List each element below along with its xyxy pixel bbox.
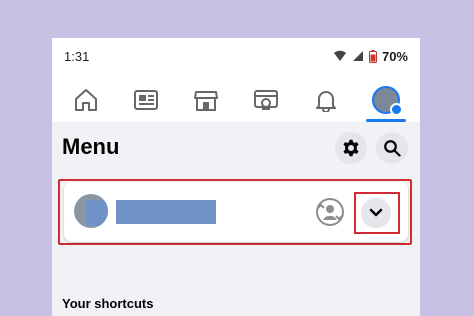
settings-button[interactable] bbox=[335, 132, 367, 164]
watch-icon bbox=[254, 90, 278, 110]
battery-percent: 70% bbox=[381, 48, 408, 64]
wifi-icon bbox=[333, 50, 346, 61]
tab-marketplace[interactable] bbox=[184, 80, 228, 120]
tab-notifications[interactable] bbox=[304, 80, 348, 120]
signal-icon bbox=[352, 51, 363, 61]
avatar bbox=[74, 194, 108, 228]
menu-badge-icon bbox=[390, 103, 403, 116]
profile-name-redaction bbox=[116, 200, 216, 224]
gear-icon bbox=[343, 139, 359, 157]
account-switch-icon[interactable] bbox=[314, 196, 346, 228]
profile-menu-icon bbox=[372, 86, 403, 116]
tab-news[interactable] bbox=[124, 80, 168, 120]
marketplace-icon bbox=[194, 91, 218, 111]
profile-card[interactable] bbox=[64, 182, 408, 242]
top-navigation bbox=[52, 80, 420, 122]
battery-icon bbox=[368, 49, 377, 63]
shortcuts-heading: Your shortcuts bbox=[62, 296, 154, 311]
status-bar: 1:31 70% bbox=[52, 38, 420, 74]
home-icon bbox=[75, 89, 97, 111]
search-button[interactable] bbox=[376, 132, 408, 164]
notifications-icon bbox=[316, 91, 336, 112]
phone-screen: 1:31 70% Menu Your shortcuts bbox=[52, 38, 420, 316]
tab-menu[interactable] bbox=[364, 80, 408, 122]
switch-profile-button[interactable] bbox=[361, 198, 391, 228]
status-time: 1:31 bbox=[64, 48, 90, 64]
chevron-down-icon bbox=[369, 208, 383, 217]
page-title: Menu bbox=[62, 134, 120, 159]
news-icon bbox=[134, 90, 158, 110]
tab-home[interactable] bbox=[64, 80, 108, 120]
status-icons: 70% bbox=[333, 49, 408, 64]
tab-watch[interactable] bbox=[244, 80, 288, 120]
avatar-redaction bbox=[86, 200, 108, 226]
search-icon bbox=[384, 140, 401, 157]
menu-content: Menu Your shortcuts bbox=[52, 122, 420, 316]
